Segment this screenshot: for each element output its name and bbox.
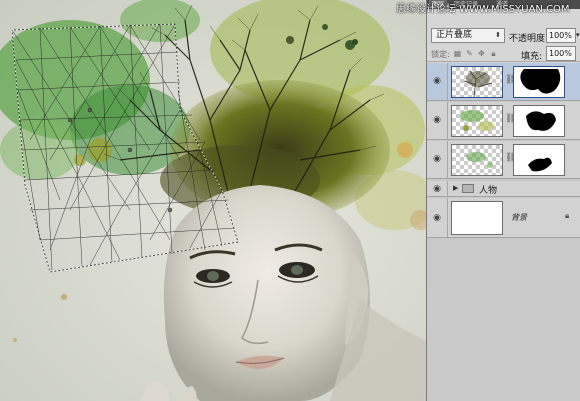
- background-layer-row[interactable]: ◉ 背景 🔒︎: [427, 198, 580, 238]
- eye-icon[interactable]: ◉: [431, 76, 443, 86]
- opacity-label: 不透明度:: [509, 34, 549, 44]
- blend-mode-select[interactable]: 正片叠底 ⬍: [431, 28, 505, 43]
- layer-row[interactable]: ◉ ⛓: [427, 141, 580, 179]
- lock-label: 锁定:: [431, 50, 450, 59]
- opacity-field[interactable]: 100%: [546, 28, 576, 43]
- layer-thumbnail[interactable]: [451, 144, 503, 176]
- folder-icon: [462, 184, 474, 193]
- layer-mask-thumbnail[interactable]: [513, 105, 565, 137]
- artwork: [0, 0, 426, 401]
- blend-mode-value: 正片叠底: [436, 30, 473, 40]
- eye-icon[interactable]: ◉: [431, 213, 443, 223]
- document-canvas[interactable]: [0, 0, 426, 401]
- lock-fill-row: 锁定: ▦ ✎ ✥ 🔒︎ 填充: 100%: [427, 46, 580, 62]
- layer-row[interactable]: ◉ ⛓: [427, 102, 580, 140]
- layers-panel: 图层 历史记录 通道 正片叠底 ⬍ 不透明度: 100% ▾ 锁定: ▦ ✎ ✥…: [426, 0, 580, 401]
- eye-icon[interactable]: ◉: [431, 184, 443, 194]
- eye-icon[interactable]: ◉: [431, 154, 443, 164]
- lock-transparent-icon[interactable]: ▦: [453, 49, 462, 58]
- fill-label: 填充:: [521, 52, 543, 62]
- lock-icon: 🔒︎: [565, 211, 570, 220]
- background-thumbnail[interactable]: [451, 201, 503, 235]
- layer-mask-thumbnail[interactable]: [513, 144, 565, 176]
- lock-position-icon[interactable]: ✥: [477, 49, 486, 58]
- opacity-dropdown-icon[interactable]: ▾: [576, 31, 580, 39]
- group-name: 人物: [479, 186, 498, 196]
- lock-pixels-icon[interactable]: ✎: [465, 49, 474, 58]
- layer-group-row[interactable]: ◉ ▶ 人物: [427, 181, 580, 197]
- blend-opacity-row: 正片叠底 ⬍ 不透明度: 100% ▾: [427, 27, 580, 45]
- layer-thumbnail[interactable]: [451, 105, 503, 137]
- fill-field[interactable]: 100%: [546, 46, 576, 61]
- layer-list: ◉ ⛓ ◉ ⛓ ◉ ⛓ ◉ ▶ 人物 ◉ 背景 🔒︎: [427, 63, 580, 401]
- chevron-down-icon: ⬍: [495, 31, 501, 39]
- lock-all-icon[interactable]: 🔒︎: [489, 49, 498, 58]
- eye-icon[interactable]: ◉: [431, 115, 443, 125]
- background-layer-name: 背景: [511, 213, 527, 222]
- expand-group-icon[interactable]: ▶: [453, 184, 458, 192]
- layer-row[interactable]: ◉ ⛓: [427, 63, 580, 101]
- site-watermark: 思缘设计论坛 WWW.MISSYUAN.COM: [396, 4, 570, 15]
- layer-mask-thumbnail[interactable]: [513, 66, 565, 98]
- layer-thumbnail[interactable]: [451, 66, 503, 98]
